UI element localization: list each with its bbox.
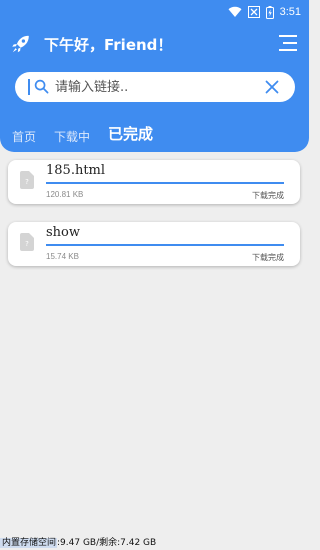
progress-fill bbox=[46, 182, 284, 184]
tab-downloading[interactable]: 下载中 bbox=[54, 128, 90, 145]
storage-info: 内置存储空间:9.47 GB/剩余:7.42 GB bbox=[0, 536, 156, 550]
text-cursor bbox=[28, 79, 30, 95]
tab-completed[interactable]: 已完成 bbox=[108, 123, 153, 144]
status-icons: 3:51 bbox=[228, 3, 301, 21]
rocket-icon bbox=[12, 35, 29, 53]
file-icon: ? bbox=[20, 233, 34, 251]
svg-text:?: ? bbox=[25, 240, 29, 248]
progress-bar bbox=[46, 182, 284, 184]
tab-home[interactable]: 首页 bbox=[12, 128, 36, 145]
storage-text: :9.47 GB/剩余:7.42 GB bbox=[57, 538, 157, 548]
search-bar[interactable] bbox=[15, 72, 295, 102]
download-item[interactable]: ? 185.html 120.81 KB 下载完成 bbox=[8, 160, 300, 204]
greeting-title: 下午好，Friend！ bbox=[44, 36, 173, 54]
app-header: 下午好，Friend！ 首页 下载中 已完成 bbox=[0, 24, 309, 152]
battery-icon bbox=[265, 5, 274, 19]
download-status: 下载完成 bbox=[252, 191, 284, 200]
file-icon: ? bbox=[20, 171, 34, 189]
file-name: 185.html bbox=[46, 163, 106, 178]
svg-text:?: ? bbox=[25, 178, 29, 186]
search-icon bbox=[34, 79, 49, 94]
status-bar: 3:51 bbox=[0, 0, 309, 24]
signal-icon bbox=[247, 6, 260, 18]
download-item[interactable]: ? show 15.74 KB 下载完成 bbox=[8, 222, 300, 266]
status-time: 3:51 bbox=[279, 6, 301, 18]
file-size: 15.74 KB bbox=[46, 252, 79, 261]
file-size: 120.81 KB bbox=[46, 190, 84, 199]
progress-bar bbox=[46, 244, 284, 246]
storage-label: 内置存储空间 bbox=[0, 538, 58, 548]
wifi-icon bbox=[228, 6, 242, 18]
download-status: 下载完成 bbox=[252, 253, 284, 262]
close-icon[interactable] bbox=[265, 80, 279, 94]
menu-icon[interactable] bbox=[279, 35, 297, 51]
file-name: show bbox=[46, 225, 80, 240]
progress-fill bbox=[46, 244, 284, 246]
search-input[interactable] bbox=[55, 77, 255, 97]
tab-bar: 首页 下载中 已完成 bbox=[0, 122, 309, 146]
